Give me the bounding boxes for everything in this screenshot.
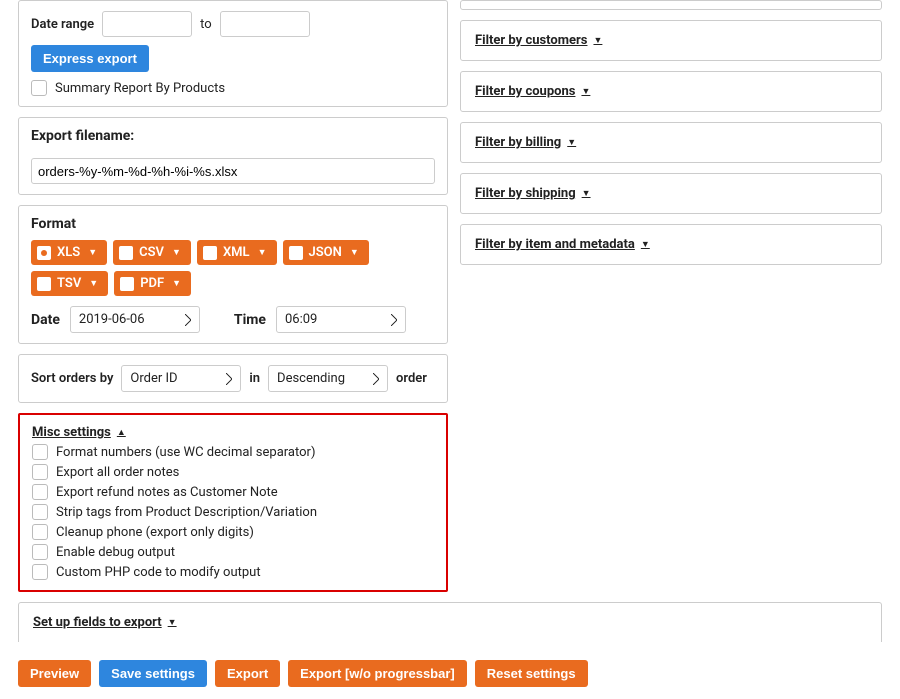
caret-down-icon: ▼ [350,247,359,258]
format-option-label: PDF [140,276,164,291]
format-option-xml[interactable]: XML ▼ [197,240,277,265]
export-filename-input[interactable] [31,158,435,184]
caret-down-icon: ▼ [641,239,650,250]
caret-down-icon: ▼ [567,137,576,148]
misc-option-label: Enable debug output [56,545,175,560]
caret-down-icon: ▼ [168,617,177,628]
summary-report-checkbox[interactable] [31,80,47,96]
misc-option-checkbox[interactable] [32,564,48,580]
format-option-label: XLS [57,245,80,260]
caret-down-icon: ▼ [582,188,591,199]
misc-option-row: Cleanup phone (export only digits) [32,524,434,540]
summary-report-label: Summary Report By Products [55,81,225,96]
caret-down-icon: ▼ [593,35,602,46]
format-option-label: TSV [57,276,81,291]
caret-down-icon: ▼ [581,86,590,97]
save-settings-button[interactable]: Save settings [99,660,207,687]
format-option-csv[interactable]: CSV ▼ [113,240,191,265]
sort-label: Sort orders by [31,371,113,386]
setup-fields-toggle[interactable]: Set up fields to export ▼ [33,615,177,630]
format-option-json[interactable]: JSON ▼ [283,240,369,265]
express-export-button[interactable]: Express export [31,45,149,72]
sort-in-label: in [249,371,260,386]
date-label: Date [31,312,60,328]
format-option-label: JSON [309,245,342,260]
misc-option-checkbox[interactable] [32,524,48,540]
misc-option-checkbox[interactable] [32,484,48,500]
misc-option-checkbox[interactable] [32,444,48,460]
caret-up-icon: ▲ [117,427,126,438]
filter-item-metadata-toggle[interactable]: Filter by item and metadata ▼ [475,237,650,252]
format-option-label: XML [223,245,250,260]
date-range-label: Date range [31,17,94,32]
misc-option-label: Cleanup phone (export only digits) [56,525,254,540]
caret-down-icon: ▼ [172,278,181,289]
sort-field-select[interactable]: Order ID [121,365,241,392]
format-option-pdf[interactable]: PDF ▼ [114,271,191,296]
filter-shipping-toggle[interactable]: Filter by shipping ▼ [475,186,591,201]
sort-direction-select[interactable]: Descending [268,365,388,392]
format-option-tsv[interactable]: TSV ▼ [31,271,108,296]
filter-coupons-toggle[interactable]: Filter by coupons ▼ [475,84,590,99]
radio-icon [203,246,217,260]
misc-option-row: Export refund notes as Customer Note [32,484,434,500]
caret-down-icon: ▼ [89,278,98,289]
caret-down-icon: ▼ [88,247,97,258]
misc-option-label: Custom PHP code to modify output [56,565,261,580]
sort-order-label: order [396,371,427,386]
export-filename-label: Export filename: [31,128,435,144]
misc-option-label: Strip tags from Product Description/Vari… [56,505,317,520]
misc-option-label: Format numbers (use WC decimal separator… [56,445,315,460]
misc-option-row: Enable debug output [32,544,434,560]
format-option-xls[interactable]: XLS ▼ [31,240,107,265]
time-label: Time [234,312,266,328]
time-select[interactable]: 06:09 [276,306,406,333]
date-range-to-input[interactable] [220,11,310,37]
filter-customers-toggle[interactable]: Filter by customers ▼ [475,33,602,48]
radio-icon [119,246,133,260]
radio-icon [37,246,51,260]
caret-down-icon: ▼ [172,247,181,258]
filter-billing-toggle[interactable]: Filter by billing ▼ [475,135,576,150]
preview-button[interactable]: Preview [18,660,91,687]
radio-icon [289,246,303,260]
misc-option-row: Custom PHP code to modify output [32,564,434,580]
reset-settings-button[interactable]: Reset settings [475,660,588,687]
misc-option-checkbox[interactable] [32,464,48,480]
misc-settings-toggle[interactable]: Misc settings ▲ [32,425,126,440]
radio-icon [37,277,51,291]
format-label: Format [31,216,435,232]
format-options: XLS ▼ CSV ▼ XML ▼ JSON ▼ TSV ▼ PDF ▼ [31,240,435,296]
right-spacer-panel [460,0,882,10]
caret-down-icon: ▼ [258,247,267,258]
misc-option-row: Strip tags from Product Description/Vari… [32,504,434,520]
date-select[interactable]: 2019-06-06 [70,306,200,333]
export-no-progressbar-button[interactable]: Export [w/o progressbar] [288,660,467,687]
export-button[interactable]: Export [215,660,280,687]
misc-option-checkbox[interactable] [32,544,48,560]
misc-option-row: Format numbers (use WC decimal separator… [32,444,434,460]
format-option-label: CSV [139,245,164,260]
date-range-from-input[interactable] [102,11,192,37]
misc-option-checkbox[interactable] [32,504,48,520]
radio-icon [120,277,134,291]
misc-option-row: Export all order notes [32,464,434,480]
misc-option-label: Export refund notes as Customer Note [56,485,278,500]
misc-option-label: Export all order notes [56,465,179,480]
date-range-to-label: to [200,17,212,32]
misc-settings-panel: Misc settings ▲ Format numbers (use WC d… [18,413,448,592]
